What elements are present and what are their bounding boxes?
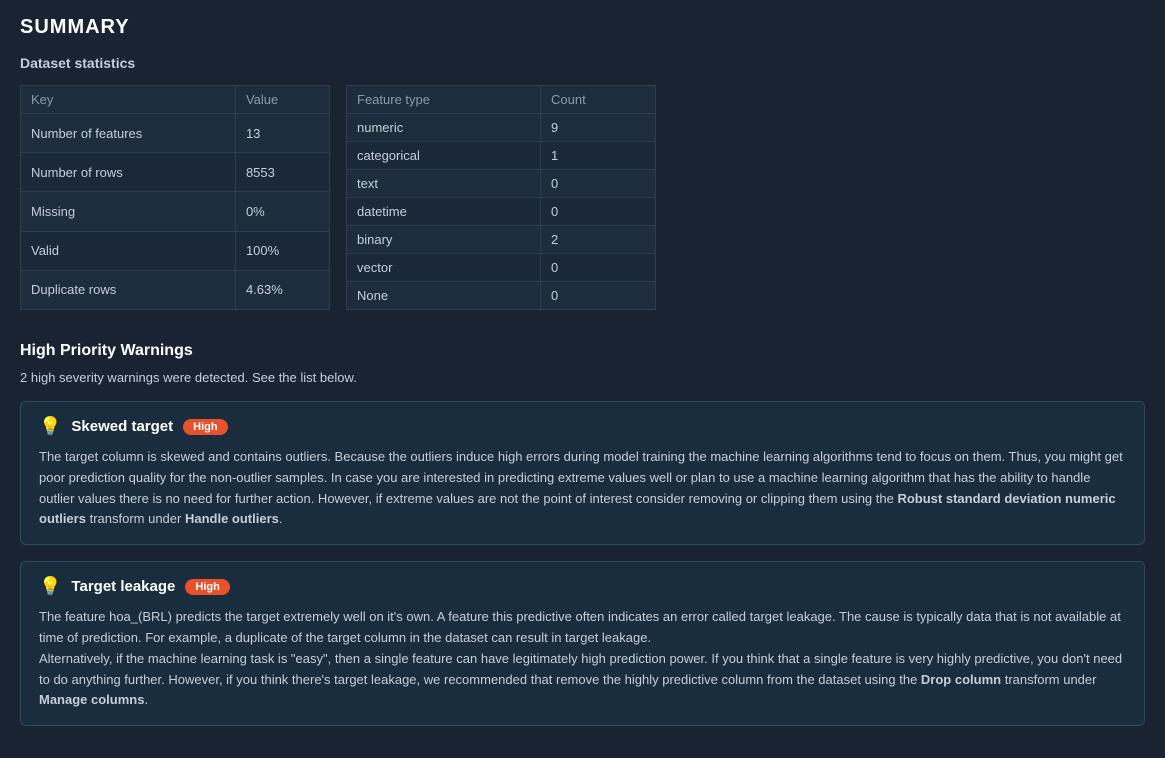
warning-text-leakage-4: .	[144, 692, 148, 707]
feature-count: 0	[541, 282, 656, 310]
warning-text-leakage-1: The feature hoa_(BRL) predicts the targe…	[39, 609, 1121, 645]
table-row: datetime0	[347, 198, 656, 226]
warning-text-leakage-3: transform under	[1001, 672, 1096, 687]
feature-type: categorical	[347, 142, 541, 170]
warning-bold-skewed-2: Handle outliers	[185, 511, 279, 526]
feature-type: datetime	[347, 198, 541, 226]
feature-count: 9	[541, 114, 656, 142]
feature-type: vector	[347, 254, 541, 282]
badge-high-skewed: High	[183, 419, 227, 435]
feature-count: 2	[541, 226, 656, 254]
warning-bold-leakage-2: Manage columns	[39, 692, 144, 707]
warning-header-leakage: 💡 Target leakage High	[39, 576, 1126, 597]
dataset-statistics-title: Dataset statistics	[20, 55, 1145, 71]
feature-count: 1	[541, 142, 656, 170]
table-row: vector0	[347, 254, 656, 282]
table-row: Missing0%	[21, 192, 330, 231]
feature-count: 0	[541, 198, 656, 226]
stat-key: Valid	[21, 231, 236, 270]
stat-key: Missing	[21, 192, 236, 231]
stat-key: Duplicate rows	[21, 270, 236, 309]
stats-table-left: Key Value Number of features13Number of …	[20, 85, 330, 310]
warning-icon-leakage: 💡	[39, 576, 61, 597]
warning-bold-leakage-1: Drop column	[921, 672, 1001, 687]
warning-icon-skewed: 💡	[39, 416, 61, 437]
warning-label-skewed: Skewed target	[71, 418, 173, 435]
warning-header-skewed: 💡 Skewed target High	[39, 416, 1126, 437]
warnings-section: High Priority Warnings 2 high severity w…	[20, 342, 1145, 726]
feature-type: text	[347, 170, 541, 198]
col-header-value: Value	[235, 86, 329, 114]
warnings-title: High Priority Warnings	[20, 342, 1145, 360]
feature-type: numeric	[347, 114, 541, 142]
col-header-key: Key	[21, 86, 236, 114]
warning-text-skewed-3: .	[279, 511, 283, 526]
warning-card-target-leakage: 💡 Target leakage High The feature hoa_(B…	[20, 561, 1145, 726]
table-row: Valid100%	[21, 231, 330, 270]
badge-high-leakage: High	[185, 579, 229, 595]
stat-value: 8553	[235, 153, 329, 192]
warning-text-skewed-2: transform under	[86, 511, 185, 526]
table-row: Number of rows8553	[21, 153, 330, 192]
stat-key: Number of rows	[21, 153, 236, 192]
feature-type: None	[347, 282, 541, 310]
warning-label-leakage: Target leakage	[71, 578, 175, 595]
stat-value: 4.63%	[235, 270, 329, 309]
dataset-stats-container: Key Value Number of features13Number of …	[20, 85, 1145, 310]
warning-body-leakage: The feature hoa_(BRL) predicts the targe…	[39, 607, 1126, 711]
stat-value: 13	[235, 114, 329, 153]
stat-value: 100%	[235, 231, 329, 270]
stat-key: Number of features	[21, 114, 236, 153]
table-row: binary2	[347, 226, 656, 254]
table-row: Duplicate rows4.63%	[21, 270, 330, 309]
table-row: None0	[347, 282, 656, 310]
table-row: numeric9	[347, 114, 656, 142]
feature-count: 0	[541, 170, 656, 198]
warning-body-skewed: The target column is skewed and contains…	[39, 447, 1126, 530]
feature-type: binary	[347, 226, 541, 254]
feature-count: 0	[541, 254, 656, 282]
stats-table-right: Feature type Count numeric9categorical1t…	[346, 85, 656, 310]
table-row: categorical1	[347, 142, 656, 170]
col-header-feature-type: Feature type	[347, 86, 541, 114]
stat-value: 0%	[235, 192, 329, 231]
dataset-statistics-section: Dataset statistics Key Value Number of f…	[20, 55, 1145, 310]
warning-card-skewed-target: 💡 Skewed target High The target column i…	[20, 401, 1145, 545]
page-title: SUMMARY	[20, 16, 1145, 39]
table-row: text0	[347, 170, 656, 198]
col-header-count: Count	[541, 86, 656, 114]
table-row: Number of features13	[21, 114, 330, 153]
warnings-subtitle: 2 high severity warnings were detected. …	[20, 370, 1145, 385]
